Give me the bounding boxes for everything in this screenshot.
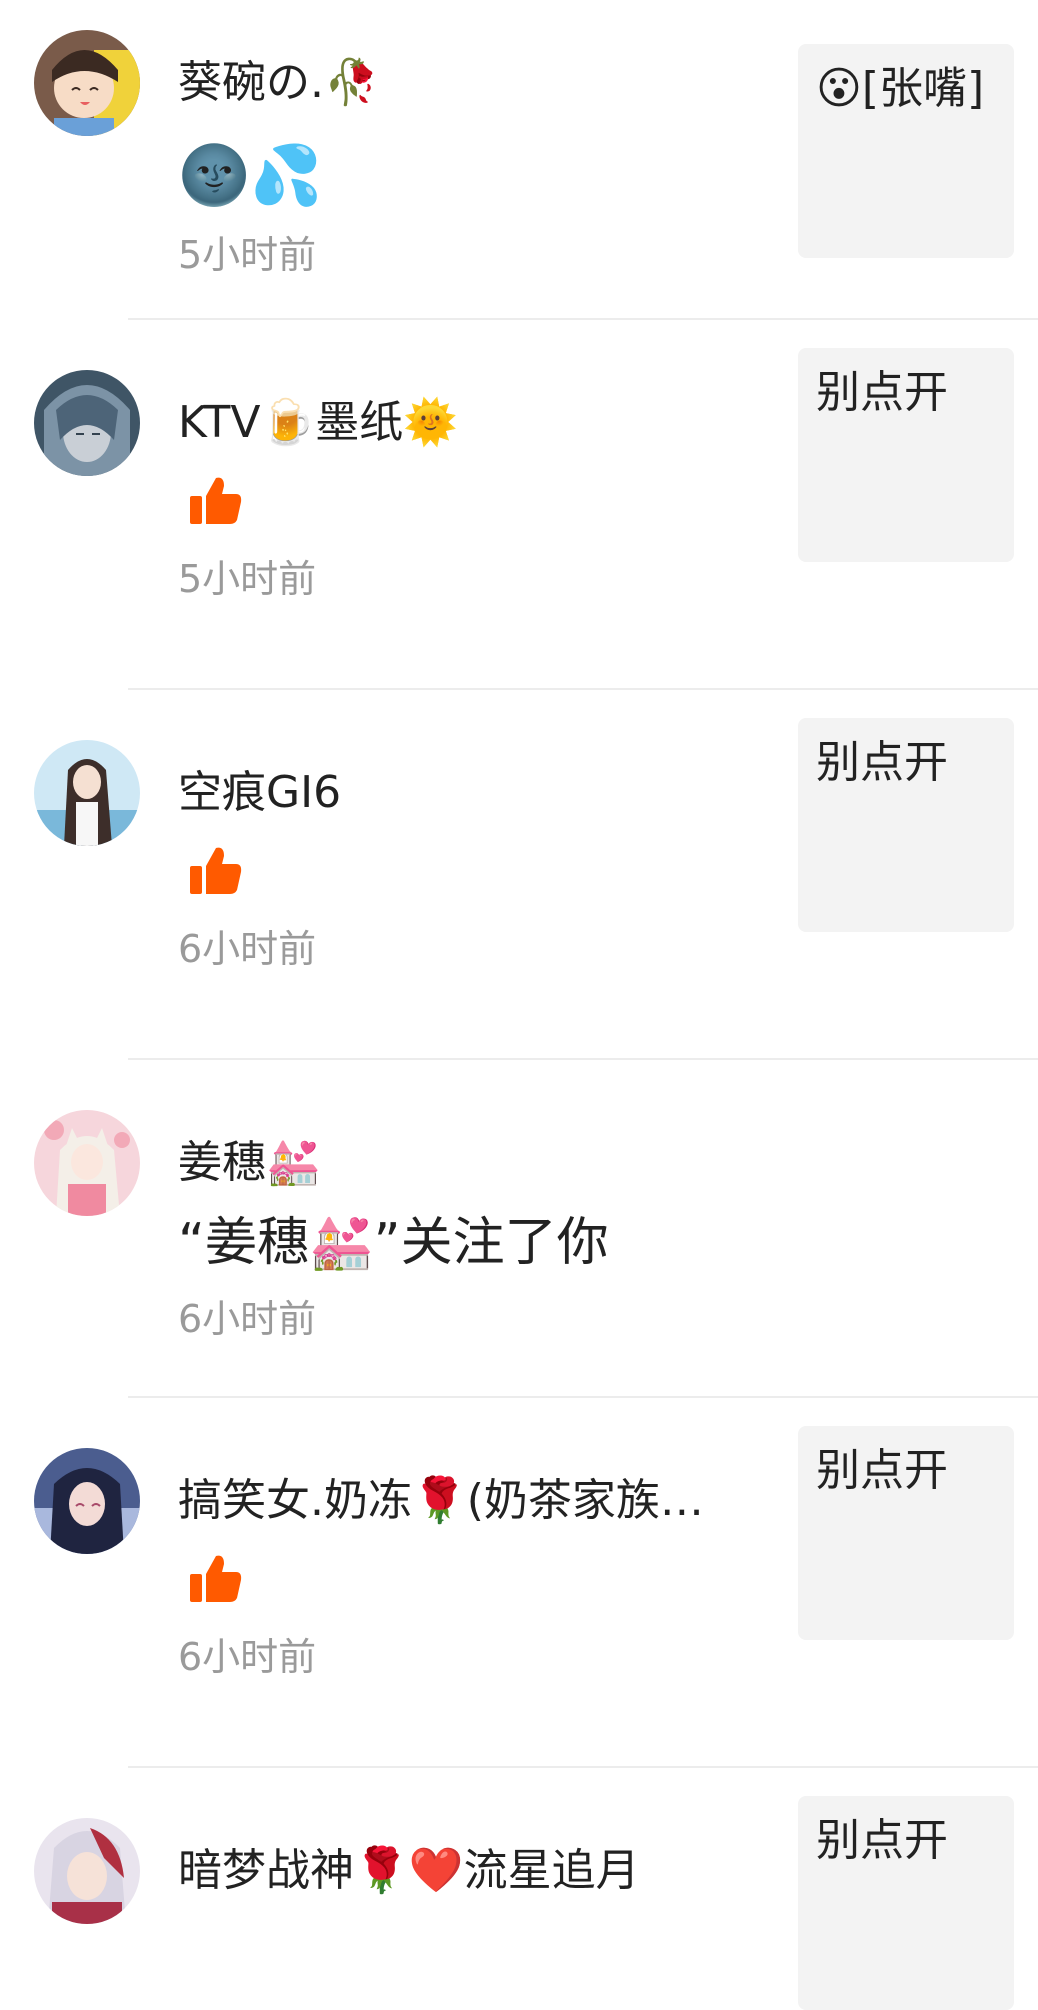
user-name[interactable]: KTV🍺墨纸🌞: [178, 396, 458, 450]
list-item[interactable]: KTV🍺墨纸🌞 5小时前 别点开: [0, 320, 1038, 690]
quoted-content[interactable]: 别点开: [798, 718, 1014, 932]
timestamp: 5小时前: [178, 233, 317, 277]
avatar[interactable]: [34, 1448, 140, 1554]
quoted-content[interactable]: 别点开: [798, 1796, 1014, 2010]
user-name[interactable]: 搞笑女.奶冻🌹(奶茶家族…: [178, 1474, 704, 1528]
quoted-content[interactable]: 别点开: [798, 1426, 1014, 1640]
user-name[interactable]: 空痕GI6: [178, 766, 341, 820]
list-item[interactable]: 搞笑女.奶冻🌹(奶茶家族… 6小时前 别点开: [0, 1398, 1038, 1768]
timestamp: 6小时前: [178, 1635, 317, 1679]
user-name[interactable]: 葵碗の.🥀: [178, 56, 379, 110]
notification-list: 葵碗の.🥀 🌚💦 5小时前 😮[张嘴] KTV🍺墨纸🌞 5小时前 别点开 空痕G…: [0, 0, 1038, 2010]
list-item[interactable]: 空痕GI6 6小时前 别点开: [0, 690, 1038, 1060]
timestamp: 6小时前: [178, 927, 317, 971]
avatar[interactable]: [34, 1110, 140, 1216]
thumbs-up-icon[interactable]: [188, 1550, 244, 1606]
avatar[interactable]: [34, 370, 140, 476]
avatar[interactable]: [34, 740, 140, 846]
timestamp: 5小时前: [178, 557, 317, 601]
avatar[interactable]: [34, 1818, 140, 1924]
quoted-content[interactable]: 别点开: [798, 348, 1014, 562]
comment-content: 🌚💦: [178, 141, 323, 209]
user-name[interactable]: 姜穗💒: [178, 1136, 321, 1190]
avatar[interactable]: [34, 30, 140, 136]
list-item[interactable]: 葵碗の.🥀 🌚💦 5小时前 😮[张嘴]: [0, 0, 1038, 320]
list-item[interactable]: 姜穗💒 “姜穗💒”关注了你 6小时前: [0, 1060, 1038, 1398]
thumbs-up-icon[interactable]: [188, 472, 244, 528]
user-name[interactable]: 暗梦战神🌹❤️流星追月: [178, 1844, 640, 1898]
thumbs-up-icon[interactable]: [188, 842, 244, 898]
quoted-content[interactable]: 😮[张嘴]: [798, 44, 1014, 258]
list-item[interactable]: 暗梦战神🌹❤️流星追月 别点开: [0, 1768, 1038, 2010]
timestamp: 6小时前: [178, 1297, 317, 1341]
follow-notice: “姜穗💒”关注了你: [178, 1213, 609, 1273]
